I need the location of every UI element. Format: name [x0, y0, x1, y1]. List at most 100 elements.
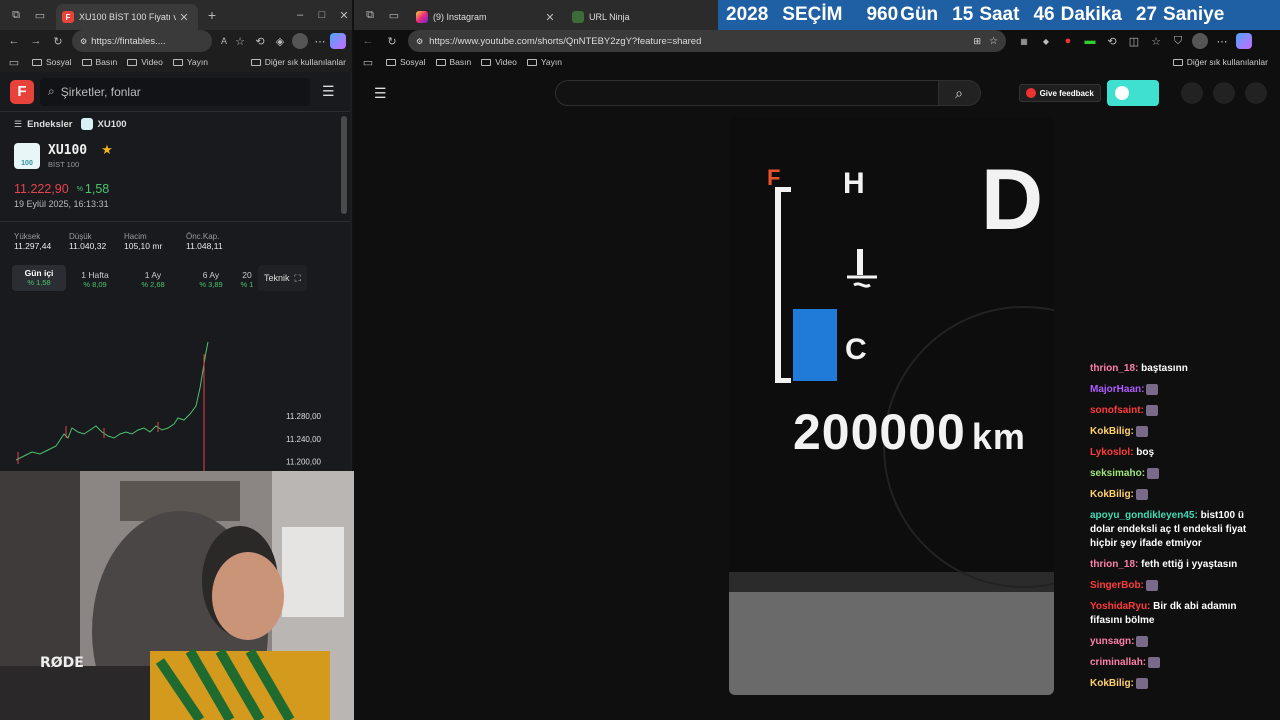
- ublock-icon[interactable]: ◈: [272, 33, 288, 49]
- shorts-video[interactable]: F H C D 200000 km: [729, 117, 1054, 695]
- left-tab-bar: ⧉ ▭ F XU100 BİST 100 Fiyatı ve Grafi... …: [0, 0, 352, 30]
- favorite-star-icon[interactable]: ☆: [989, 36, 998, 47]
- chat-username[interactable]: apoyu_gondikleyen45:: [1090, 510, 1198, 521]
- bookmark-other[interactable]: Diğer sık kullanılanlar: [1172, 57, 1268, 67]
- extension-3-icon[interactable]: ●: [1060, 33, 1076, 49]
- countdown-days: 960: [866, 4, 899, 25]
- workspaces-icon[interactable]: ⧉: [8, 7, 24, 23]
- toggle-widget[interactable]: [1106, 80, 1159, 106]
- chat-message: YoshidaRyu: Bir dk abi adamın fifasını b…: [1090, 600, 1270, 628]
- hamburger-menu-icon[interactable]: ☰: [322, 83, 335, 100]
- split-screen-icon[interactable]: ◫: [1126, 33, 1142, 49]
- chat-username[interactable]: YoshidaRyu:: [1090, 601, 1150, 612]
- bookmark-label: Sosyal: [400, 57, 426, 67]
- chat-username[interactable]: SingerBob:: [1090, 580, 1144, 591]
- give-feedback-button[interactable]: Give feedback: [1018, 84, 1101, 102]
- fintables-logo[interactable]: F: [10, 79, 34, 104]
- bookmark-yayin[interactable]: Yayın: [172, 57, 208, 67]
- browser-essentials-icon[interactable]: ⛉: [1170, 33, 1186, 49]
- list-icon: ☰: [14, 118, 23, 129]
- tab-6-month[interactable]: 6 Ay% 3,89: [182, 267, 240, 289]
- profile-avatar-icon[interactable]: [292, 33, 308, 49]
- workspaces-icon[interactable]: ⧉: [362, 7, 378, 23]
- right-address-bar[interactable]: ⚙ https://www.youtube.com/shorts/QnNTEBY…: [408, 30, 1006, 52]
- chat-username[interactable]: sonofsaint:: [1090, 405, 1144, 416]
- bookmark-basin[interactable]: Basın: [435, 57, 471, 67]
- back-icon[interactable]: ←: [360, 33, 376, 49]
- breadcrumb-endeksler[interactable]: Endeksler: [27, 119, 72, 130]
- chat-username[interactable]: KokBilig:: [1090, 678, 1134, 689]
- yt-avatar-icon[interactable]: [1244, 82, 1267, 104]
- tab-instagram[interactable]: (9) Instagram ✕: [410, 4, 564, 30]
- maximize-icon[interactable]: □: [314, 7, 330, 23]
- read-aloud-icon[interactable]: A: [216, 33, 232, 49]
- bookmark-other[interactable]: Diğer sık kullanılanlar: [250, 57, 346, 67]
- forward-icon[interactable]: →: [28, 33, 44, 49]
- bookmark-yayin[interactable]: Yayın: [526, 57, 562, 67]
- extension-4-icon[interactable]: ▬: [1082, 33, 1098, 49]
- close-tab-icon[interactable]: ✕: [176, 9, 192, 25]
- tab-more-period[interactable]: 20% 1: [240, 267, 254, 289]
- tab-intraday[interactable]: Gün içi% 1,58: [12, 265, 66, 291]
- favorite-star-icon[interactable]: ★: [101, 142, 113, 158]
- tab-url-ninja[interactable]: URL Ninja: [566, 4, 716, 30]
- reload-icon[interactable]: ↻: [384, 33, 400, 49]
- yt-menu-icon[interactable]: ☰: [374, 85, 387, 102]
- reading-list-icon[interactable]: ▭: [360, 54, 376, 70]
- chat-message: thrion_18: feth ettiğ i yyaştasın: [1090, 558, 1270, 572]
- webcam-image: [0, 471, 363, 720]
- chat-username[interactable]: yunsagn:: [1090, 636, 1134, 647]
- scrollbar-thumb[interactable]: [341, 116, 347, 214]
- chat-username[interactable]: seksimaho:: [1090, 468, 1145, 479]
- teknik-button[interactable]: Teknik ⛶: [258, 265, 307, 291]
- close-window-icon[interactable]: ✕: [336, 7, 352, 23]
- yt-search-input[interactable]: [554, 80, 939, 106]
- more-menu-icon[interactable]: ⋯: [312, 33, 328, 49]
- chat-username[interactable]: KokBilig:: [1090, 426, 1134, 437]
- yt-search-button[interactable]: ⌕: [938, 80, 981, 106]
- bookmark-video[interactable]: Video: [127, 57, 163, 67]
- extensions-icon[interactable]: ⟲: [1104, 33, 1120, 49]
- extension-icon[interactable]: ⟲: [252, 33, 268, 49]
- chat-username[interactable]: Lykoslol:: [1090, 447, 1134, 458]
- reading-list-icon[interactable]: ▭: [6, 54, 22, 70]
- bookmark-video[interactable]: Video: [481, 57, 517, 67]
- chat-username[interactable]: MajorHaan:: [1090, 384, 1144, 395]
- tab-1-week[interactable]: 1 Hafta% 8,09: [66, 267, 124, 289]
- stat-value: 11.048,11: [186, 241, 223, 251]
- tab-actions-icon[interactable]: ▭: [386, 7, 402, 23]
- app-available-icon[interactable]: ⊞: [973, 36, 981, 47]
- close-tab-icon[interactable]: ✕: [542, 9, 558, 25]
- profile-avatar-icon[interactable]: [1192, 33, 1208, 49]
- left-address-bar[interactable]: ⚙ https://fintables....: [72, 30, 212, 52]
- copilot-icon[interactable]: [330, 33, 346, 49]
- chat-text: boş: [1133, 447, 1155, 458]
- chat-username[interactable]: criminallah:: [1090, 657, 1146, 668]
- favorite-star-icon[interactable]: ☆: [232, 33, 248, 49]
- chat-username[interactable]: thrion_18:: [1090, 559, 1138, 570]
- bookmark-sosyal[interactable]: Sosyal: [32, 57, 72, 67]
- more-menu-icon[interactable]: ⋯: [1214, 33, 1230, 49]
- extension-1-icon[interactable]: ▦: [1016, 33, 1032, 49]
- yt-notifications-icon[interactable]: [1212, 82, 1235, 104]
- yt-create-icon[interactable]: [1180, 82, 1203, 104]
- tab-fintables[interactable]: F XU100 BİST 100 Fiyatı ve Grafi... ✕: [56, 4, 198, 30]
- chat-username[interactable]: KokBilig:: [1090, 489, 1134, 500]
- period-value: % 3,89: [199, 280, 223, 289]
- tab-actions-icon[interactable]: ▭: [32, 7, 48, 23]
- minimize-icon[interactable]: –: [292, 7, 308, 23]
- chat-username[interactable]: thrion_18:: [1090, 363, 1138, 374]
- extension-2-icon[interactable]: ◆: [1038, 33, 1054, 49]
- search-input[interactable]: ⌕ Şirketler, fonlar: [40, 77, 310, 106]
- back-icon[interactable]: ←: [6, 33, 22, 49]
- folder-icon: [81, 58, 92, 66]
- xu100-small-logo-icon: [80, 118, 93, 130]
- bookmark-sosyal[interactable]: Sosyal: [386, 57, 426, 67]
- bookmark-basin[interactable]: Basın: [81, 57, 117, 67]
- copilot-icon[interactable]: [1236, 33, 1252, 49]
- reload-icon[interactable]: ↻: [50, 33, 66, 49]
- tab-1-month[interactable]: 1 Ay% 2,68: [124, 267, 182, 289]
- new-tab-icon[interactable]: +: [204, 7, 220, 23]
- favorites-icon[interactable]: ☆: [1148, 33, 1164, 49]
- breadcrumb-xu100[interactable]: XU100: [98, 119, 127, 130]
